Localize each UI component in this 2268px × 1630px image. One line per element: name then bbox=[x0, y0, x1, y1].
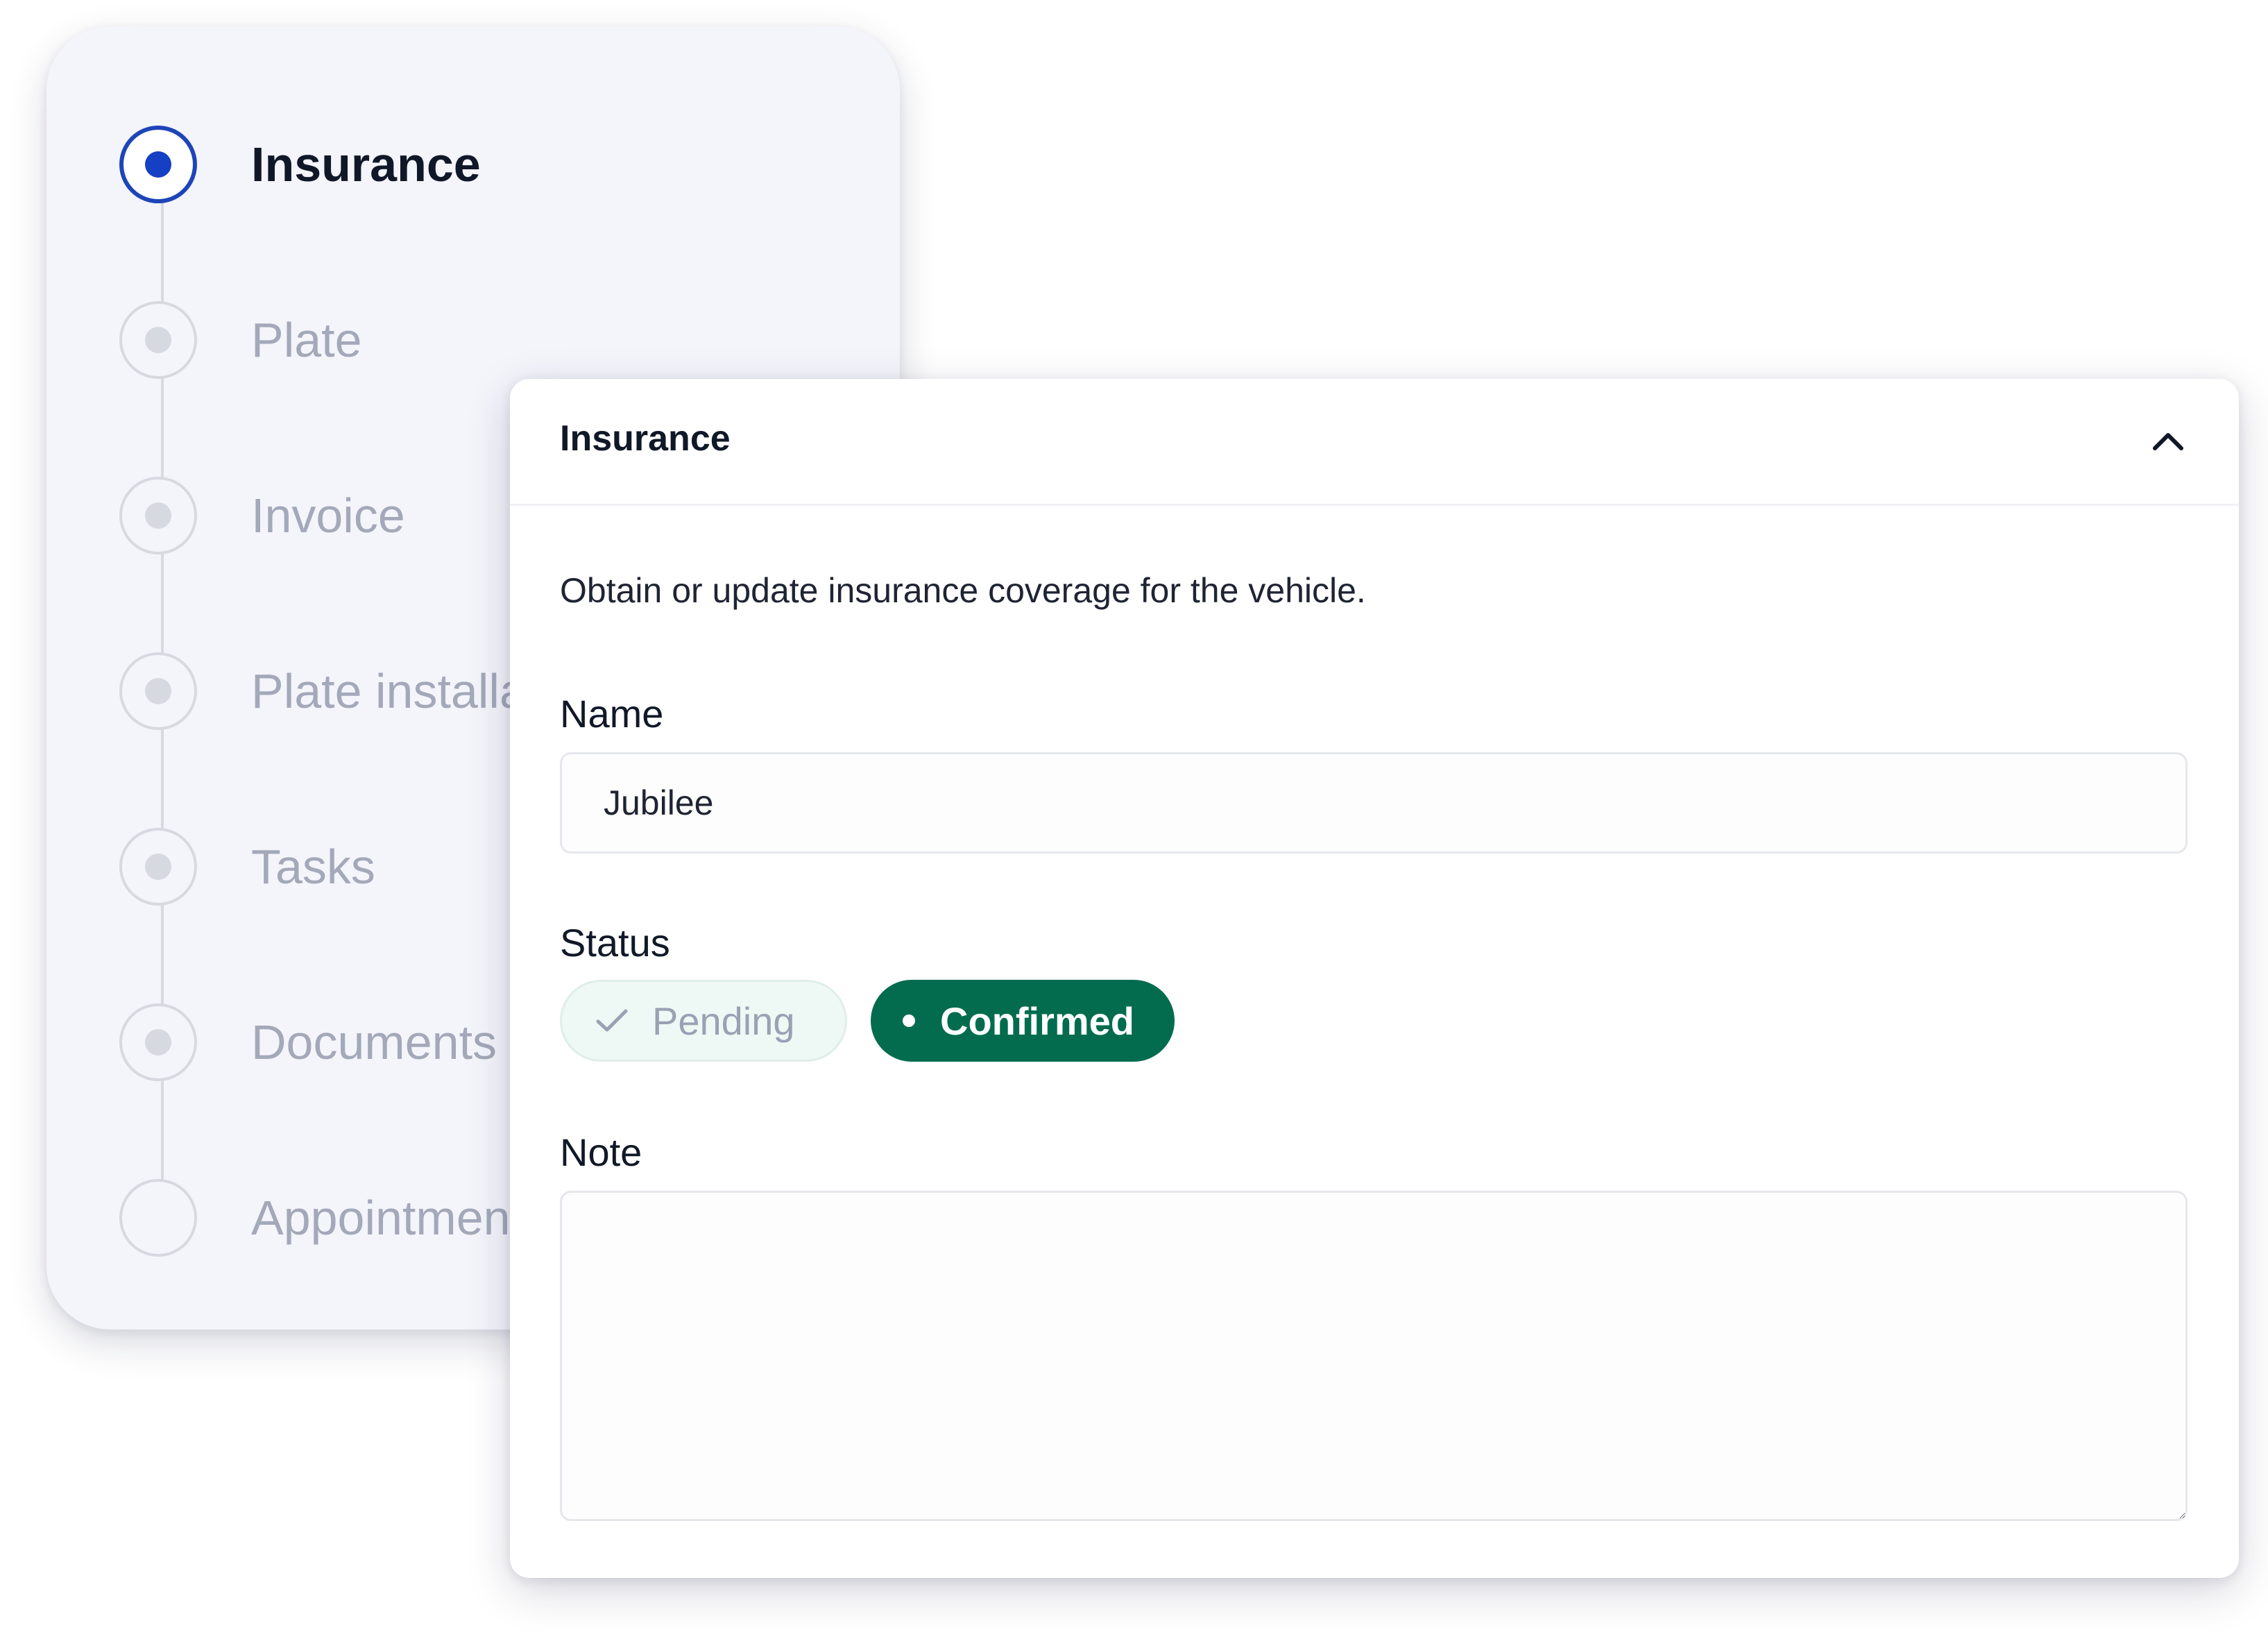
step-appointment[interactable]: Appointment bbox=[119, 1175, 524, 1261]
chevron-up-icon bbox=[2153, 433, 2183, 450]
status-confirmed-label: Confirmed bbox=[940, 999, 1134, 1043]
collapse-button[interactable] bbox=[2139, 412, 2197, 470]
step-indicator-icon bbox=[119, 652, 197, 730]
step-insurance[interactable]: Insurance bbox=[119, 121, 481, 207]
screen: Insurance Plate Invoice Plate installati… bbox=[0, 0, 2268, 1630]
check-icon bbox=[595, 1008, 629, 1034]
status-confirmed-button[interactable]: Confirmed bbox=[871, 980, 1175, 1062]
step-invoice[interactable]: Invoice bbox=[119, 473, 405, 559]
card-title: Insurance bbox=[560, 418, 731, 459]
status-pending-button[interactable]: Pending bbox=[560, 980, 847, 1062]
name-label: Name bbox=[560, 692, 664, 736]
step-indicator-icon bbox=[119, 1003, 197, 1081]
card-header[interactable]: Insurance bbox=[510, 379, 2239, 506]
step-label: Appointment bbox=[251, 1191, 525, 1245]
step-tasks[interactable]: Tasks bbox=[119, 824, 375, 910]
step-indicator-icon bbox=[119, 828, 197, 906]
step-label: Tasks bbox=[251, 840, 375, 894]
step-label: Insurance bbox=[251, 137, 481, 192]
step-indicator-icon bbox=[119, 301, 197, 379]
step-indicator-active-icon bbox=[119, 126, 197, 203]
status-label: Status bbox=[560, 921, 670, 965]
note-textarea[interactable] bbox=[560, 1191, 2188, 1521]
step-label: Plate bbox=[251, 313, 362, 367]
status-pending-label: Pending bbox=[652, 999, 795, 1043]
step-label: Documents bbox=[251, 1015, 497, 1069]
step-plate[interactable]: Plate bbox=[119, 297, 362, 383]
bullet-icon bbox=[903, 1014, 915, 1027]
insurance-form-card: Insurance Obtain or update insurance cov… bbox=[510, 379, 2239, 1578]
step-documents[interactable]: Documents bbox=[119, 999, 497, 1085]
note-label: Note bbox=[560, 1130, 642, 1174]
form-description: Obtain or update insurance coverage for … bbox=[560, 571, 1366, 610]
status-options: Pending Confirmed bbox=[560, 980, 1175, 1062]
step-indicator-icon bbox=[119, 477, 197, 554]
step-indicator-empty-icon bbox=[119, 1179, 197, 1257]
step-label: Invoice bbox=[251, 489, 405, 543]
name-input[interactable] bbox=[560, 752, 2188, 854]
